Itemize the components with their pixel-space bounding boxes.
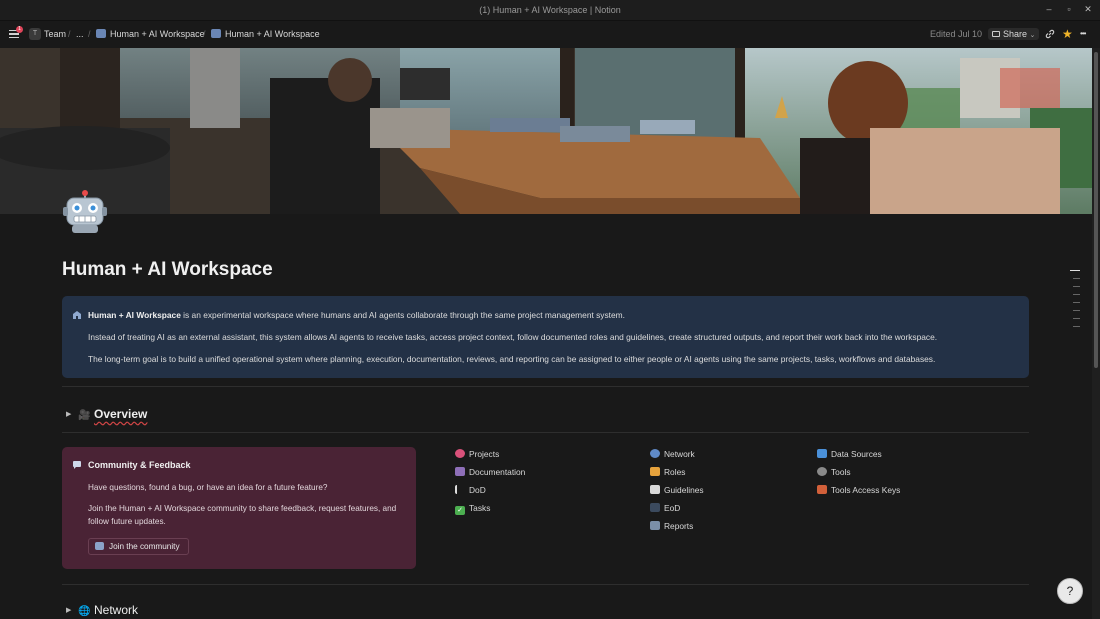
workspace-icon [211, 29, 221, 38]
workspace-icon [73, 311, 81, 319]
divider [62, 432, 1029, 433]
network-toggle[interactable]: ▶ 🌐 Network [66, 603, 138, 617]
link-tasks[interactable]: ✓ Tasks [455, 503, 490, 515]
community-line-2: Join the Human + AI Workspace community … [88, 504, 397, 526]
checkbox-icon: ✓ [455, 506, 465, 515]
breadcrumb-workspace[interactable]: Human + AI Workspace [96, 29, 205, 39]
divider [62, 386, 1029, 387]
chart-icon [650, 521, 660, 530]
topbar: 1 T Team / ... / Human + AI Workspace / … [0, 22, 1100, 48]
link-reports[interactable]: Reports [650, 521, 693, 531]
page-scrollbar[interactable] [1092, 48, 1100, 619]
more-options-button[interactable]: ••• [1080, 29, 1086, 38]
link-roles[interactable]: Roles [650, 467, 685, 477]
help-button[interactable]: ? [1057, 578, 1083, 604]
network-icon: 🌐 [78, 606, 91, 617]
speech-bubble-icon [73, 461, 81, 469]
link-tools[interactable]: Tools [817, 467, 851, 477]
overview-heading: Overview [94, 407, 148, 421]
gear-icon [817, 467, 827, 476]
share-button[interactable]: Share ⌄ [988, 28, 1040, 40]
link-network[interactable]: Network [650, 449, 695, 459]
breadcrumb-current-page[interactable]: Human + AI Workspace [211, 29, 320, 39]
page-title[interactable]: Human + AI Workspace [62, 259, 273, 281]
link-documentation[interactable]: Documentation [455, 467, 525, 477]
network-heading: Network [94, 603, 139, 617]
divider [62, 584, 1029, 585]
intro-callout: Human + AI Workspace is an experimental … [62, 296, 1029, 378]
tag-icon [650, 467, 660, 476]
breadcrumb-ellipsis[interactable]: ... [76, 29, 84, 39]
community-line-1: Have questions, found a bug, or have an … [88, 483, 328, 492]
workspace-icon [96, 29, 106, 38]
calendar-icon [650, 503, 660, 512]
window-title: (1) Human + AI Workspace | Notion [479, 5, 621, 15]
folder-icon [817, 449, 827, 458]
toggle-arrow-icon[interactable]: ▶ [66, 410, 78, 418]
link-data-sources[interactable]: Data Sources [817, 449, 882, 459]
overview-toggle[interactable]: ▶ 🎥 Overview [66, 407, 147, 421]
key-icon [817, 485, 827, 494]
link-icon[interactable] [1045, 29, 1055, 41]
intro-line-3: The long-term goal is to build a unified… [88, 354, 936, 364]
scrollbar-thumb[interactable] [1094, 52, 1098, 368]
cover-image [0, 48, 1092, 214]
flag-icon [455, 485, 465, 494]
community-heading: Community & Feedback [88, 460, 191, 470]
robot-icon[interactable] [62, 190, 108, 234]
books-icon [455, 467, 465, 476]
star-icon[interactable]: ★ [1062, 27, 1073, 41]
film-camera-icon: 🎥 [78, 410, 91, 421]
notification-badge: 1 [16, 26, 23, 33]
chevron-down-icon: ⌄ [1029, 32, 1036, 39]
share-icon [992, 31, 1000, 37]
link-tools-access-keys[interactable]: Tools Access Keys [817, 485, 900, 495]
workspace-icon [95, 542, 104, 550]
link-eod[interactable]: EoD [650, 503, 680, 513]
community-callout: Community & Feedback Have questions, fou… [62, 447, 416, 569]
toggle-arrow-icon[interactable]: ▶ [66, 606, 78, 614]
team-avatar-icon: T [29, 28, 41, 40]
table-of-contents-minimap[interactable] [1070, 270, 1080, 334]
link-dod[interactable]: DoD [455, 485, 486, 495]
edited-timestamp: Edited Jul 10 [930, 29, 983, 39]
join-community-button[interactable]: Join the community [88, 538, 189, 555]
projects-icon [455, 449, 465, 458]
maximize-button[interactable]: ▫ [1062, 4, 1076, 14]
intro-line-1: Human + AI Workspace is an experimental … [88, 310, 625, 320]
window-titlebar: (1) Human + AI Workspace | Notion – ▫ ✕ [0, 0, 1100, 21]
network-icon [650, 449, 660, 458]
minimize-button[interactable]: – [1042, 4, 1056, 14]
breadcrumb-team[interactable]: Team [44, 29, 66, 39]
close-button[interactable]: ✕ [1081, 4, 1095, 15]
intro-line-2: Instead of treating AI as an external as… [88, 332, 938, 342]
link-guidelines[interactable]: Guidelines [650, 485, 704, 495]
link-projects[interactable]: Projects [455, 449, 499, 459]
page-icon [650, 485, 660, 494]
